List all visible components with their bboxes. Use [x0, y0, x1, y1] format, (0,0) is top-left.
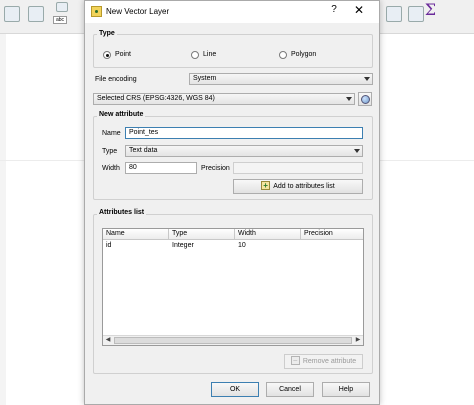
- name-field-value: Point_tes: [129, 129, 159, 136]
- dialog-title: New Vector Layer: [106, 7, 170, 16]
- cell-precision: [301, 241, 363, 250]
- column-header-type[interactable]: Type: [169, 229, 235, 240]
- add-button-label: Add to attributes list: [273, 183, 335, 190]
- new-layer-icon: [91, 6, 102, 17]
- file-encoding-label: File encoding: [95, 76, 137, 83]
- title-bar[interactable]: New Vector Layer ? ✕: [85, 1, 379, 23]
- cancel-button[interactable]: Cancel: [266, 382, 314, 397]
- gear-icon[interactable]: [4, 6, 20, 22]
- select-crs-button[interactable]: [358, 92, 372, 106]
- column-header-name[interactable]: Name: [103, 229, 169, 240]
- remove-button-label: Remove attribute: [302, 358, 357, 365]
- name-field[interactable]: Point_tes: [125, 127, 363, 139]
- page-icon[interactable]: [408, 6, 424, 22]
- close-icon[interactable]: ✕: [351, 3, 367, 19]
- type-group: [93, 34, 373, 68]
- layer-icon[interactable]: [386, 6, 402, 22]
- sigma-icon[interactable]: Σ: [425, 0, 436, 19]
- scrollbar-thumb[interactable]: [114, 337, 352, 344]
- chevron-down-icon: [354, 149, 360, 153]
- remove-attribute-icon: [290, 354, 300, 367]
- type-label: Type: [102, 148, 118, 155]
- line-radio[interactable]: [191, 51, 199, 59]
- chevron-down-icon: [346, 97, 352, 101]
- point-label[interactable]: Point: [115, 51, 131, 58]
- name-label: Name: [102, 130, 121, 137]
- type-select[interactable]: Text data: [125, 145, 363, 157]
- help-button[interactable]: Help: [322, 382, 370, 397]
- polygon-label[interactable]: Polygon: [291, 51, 316, 58]
- width-field-value: 80: [129, 164, 137, 171]
- pencil-icon[interactable]: [28, 6, 44, 22]
- cell-type: Integer: [172, 242, 194, 249]
- horizontal-scrollbar[interactable]: ◀ ▶: [103, 335, 363, 345]
- polygon-radio[interactable]: [279, 51, 287, 59]
- add-attribute-icon: [261, 179, 271, 192]
- column-header-precision[interactable]: Precision: [301, 229, 363, 240]
- line-label[interactable]: Line: [203, 51, 216, 58]
- scroll-left-icon[interactable]: ◀: [103, 336, 113, 345]
- help-title-button[interactable]: ?: [327, 4, 341, 18]
- type-select-value: Text data: [129, 147, 158, 154]
- precision-label: Precision: [201, 165, 230, 172]
- cell-name: id: [106, 242, 112, 249]
- crs-value: Selected CRS (EPSG:4326, WGS 84): [97, 95, 215, 102]
- new-vector-layer-dialog: New Vector Layer ? ✕ Type Point Line Pol…: [84, 0, 380, 405]
- undo-icon[interactable]: [56, 2, 68, 12]
- scroll-right-icon[interactable]: ▶: [353, 336, 363, 345]
- column-header-width[interactable]: Width: [235, 229, 301, 240]
- remove-attribute-button[interactable]: Remove attribute: [284, 354, 363, 369]
- width-field[interactable]: 80: [125, 162, 197, 174]
- background-left-panel: [0, 34, 6, 405]
- type-group-title: Type: [97, 30, 117, 37]
- file-encoding-value: System: [193, 75, 217, 82]
- width-label: Width: [102, 165, 120, 172]
- attributes-table[interactable]: Name Type Width Precision id Integer 10 …: [102, 228, 364, 346]
- precision-field[interactable]: [233, 162, 363, 174]
- ok-button[interactable]: OK: [211, 382, 259, 397]
- attributes-list-title: Attributes list: [97, 209, 147, 216]
- cell-width: 10: [238, 242, 246, 249]
- file-encoding-select[interactable]: System: [189, 73, 373, 85]
- add-to-attributes-list-button[interactable]: Add to attributes list: [233, 179, 363, 194]
- chevron-down-icon: [364, 77, 370, 81]
- crs-select[interactable]: Selected CRS (EPSG:4326, WGS 84): [93, 93, 355, 105]
- point-radio[interactable]: [103, 51, 111, 59]
- new-attribute-title: New attribute: [97, 111, 146, 118]
- label-icon[interactable]: abc: [53, 16, 67, 24]
- globe-icon: [361, 95, 370, 104]
